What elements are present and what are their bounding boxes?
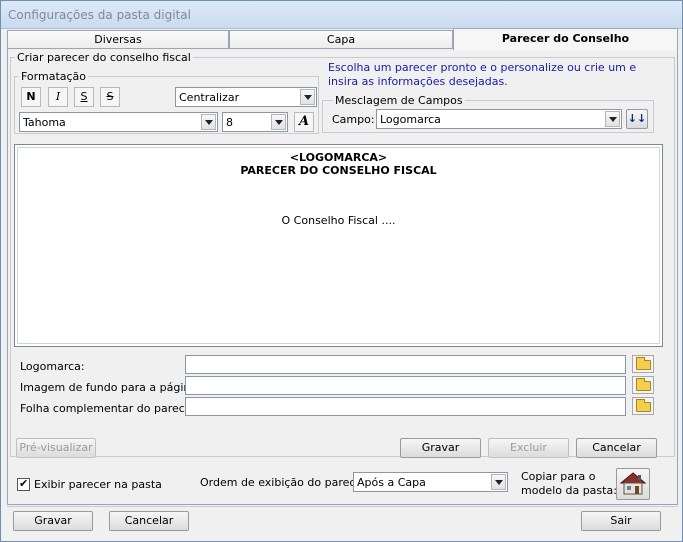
tab-strip: Diversas Capa Parecer do Conselho [7,28,678,50]
gravar-button[interactable]: Gravar [13,511,93,531]
font-color-button[interactable]: A [294,112,314,132]
title-bar: Configurações da pasta digital [1,1,682,29]
imagem-fundo-path-input[interactable] [185,376,626,395]
underline-button[interactable]: S [74,87,94,107]
alignment-value: Centralizar [179,91,240,104]
alignment-select[interactable]: Centralizar [175,87,317,107]
logomarca-browse-button[interactable] [632,355,654,373]
font-size-select[interactable]: 8 [222,112,288,132]
chevron-down-icon [605,111,620,127]
tab-diversas[interactable]: Diversas [7,30,229,49]
copiar-modelo-label-1: Copiar para o [521,470,596,483]
editor-logomarca-line: <LOGOMARCA> [289,151,388,164]
window-title: Configurações da pasta digital [8,8,191,22]
editor-body-line: O Conselho Fiscal .... [281,214,396,227]
double-arrow-down-icon: ↓↓ [627,112,647,125]
sair-button[interactable]: Sair [581,511,661,531]
folha-complementar-browse-button[interactable] [632,397,654,415]
settings-window: Configurações da pasta digital Diversas … [0,0,683,542]
chevron-down-icon [300,89,315,105]
ordem-exibicao-select[interactable]: Após a Capa [353,472,508,492]
chevron-down-icon [491,474,506,490]
bold-button[interactable]: N [21,87,41,107]
editor-content[interactable]: <LOGOMARCA> PARECER DO CONSELHO FISCAL O… [17,147,660,344]
logomarca-path-input[interactable] [185,355,626,374]
chevron-down-icon [201,114,216,130]
ordem-exibicao-label: Ordem de exibição do parecer: [200,476,371,489]
ordem-exibicao-value: Após a Capa [357,476,426,489]
gravar-parecer-button[interactable]: Gravar [400,438,481,458]
parecer-editor[interactable]: <LOGOMARCA> PARECER DO CONSELHO FISCAL O… [14,144,663,347]
logomarca-label: Logomarca: [20,360,85,373]
font-value: Tahoma [23,116,66,129]
tab-panel: Criar parecer do conselho fiscal Formata… [7,48,678,505]
italic-button[interactable]: I [48,87,68,107]
folha-complementar-path-input[interactable] [185,397,626,416]
exibir-parecer-label: Exibir parecer na pasta [34,478,162,491]
house-copy-icon [619,472,647,495]
imagem-fundo-browse-button[interactable] [632,376,654,394]
campo-select[interactable]: Logomarca [376,109,622,129]
instructions-text: Escolha um parecer pronto e o personaliz… [328,61,637,88]
formatacao-legend: Formatação [19,70,89,83]
copiar-modelo-label-2: modelo da pasta: [521,484,617,497]
folder-icon [636,399,651,412]
cancelar-parecer-button[interactable]: Cancelar [576,438,657,458]
tab-parecer-do-conselho[interactable]: Parecer do Conselho [453,28,678,50]
campo-label: Campo: [332,113,375,126]
strikethrough-button[interactable]: S [100,87,120,107]
imagem-fundo-label: Imagem de fundo para a página: [20,381,201,394]
chevron-down-icon [271,114,286,130]
cancelar-button[interactable]: Cancelar [109,511,189,531]
font-size-value: 8 [226,116,233,129]
tab-capa[interactable]: Capa [229,30,453,49]
copiar-modelo-button[interactable] [616,468,650,500]
folder-icon [636,357,651,370]
excluir-parecer-button[interactable]: Excluir [488,438,569,458]
campo-value: Logomarca [380,113,441,126]
font-select[interactable]: Tahoma [19,112,218,132]
mesclagem-legend: Mesclagem de Campos [333,94,465,107]
criar-parecer-legend: Criar parecer do conselho fiscal [15,51,193,64]
footer-separator [7,506,678,507]
exibir-parecer-checkbox[interactable] [17,477,30,491]
folha-complementar-label: Folha complementar do parecer: [20,402,200,415]
preview-button[interactable]: Pré-visualizar [16,438,96,458]
folder-icon [636,378,651,391]
insert-field-button[interactable]: ↓↓ [626,109,648,129]
editor-heading-line: PARECER DO CONSELHO FISCAL [240,164,437,177]
